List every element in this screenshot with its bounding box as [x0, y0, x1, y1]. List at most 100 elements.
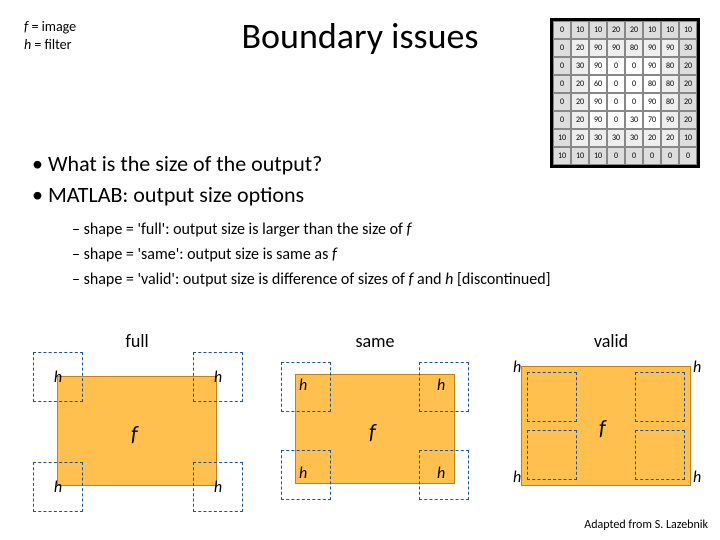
grid-cell: 10 [661, 21, 679, 39]
grid-cell: 10 [589, 147, 607, 165]
grid-cell: 20 [679, 75, 697, 93]
h-box-full-bl: h [33, 462, 83, 512]
grid-cell: 80 [661, 75, 679, 93]
grid-cell: 80 [661, 93, 679, 111]
grid-cell: 0 [607, 111, 625, 129]
grid-cell: 0 [607, 93, 625, 111]
grid-cell: 0 [625, 93, 643, 111]
grid-cell: 90 [643, 39, 661, 57]
grid-cell: 70 [643, 111, 661, 129]
h-label-valid-tl: h [513, 358, 521, 377]
h-label-valid-bl: h [513, 468, 521, 487]
bullet-2-text: MATLAB: output size options [48, 181, 304, 208]
h-label-valid-br: h [693, 468, 701, 487]
credit-text: Adapted from S. Lazebnik [584, 518, 708, 532]
panel-valid-canvas: f h h h h [501, 356, 720, 506]
grid-cell: 20 [679, 57, 697, 75]
grid-cell: 0 [625, 147, 643, 165]
grid-cell: 10 [679, 21, 697, 39]
panel-full-canvas: f h h h h [27, 356, 247, 506]
sub-3e: [discontinued] [453, 270, 550, 289]
sub-1b: f [407, 220, 412, 239]
grid-cell: 0 [643, 147, 661, 165]
grid-cell: 10 [571, 21, 589, 39]
grid-cell: 90 [643, 57, 661, 75]
sub-2a: shape = 'same': output size is same as [84, 245, 332, 264]
grid-cell: 0 [625, 75, 643, 93]
h-box-full-tl: h [33, 352, 83, 402]
grid-cell: 0 [553, 111, 571, 129]
grid-cell: 20 [571, 75, 589, 93]
grid-cell: 0 [553, 39, 571, 57]
grid-cell: 20 [571, 39, 589, 57]
grid-cell: 90 [589, 39, 607, 57]
h-box-valid-bl [527, 430, 577, 480]
sub-3c: and [413, 270, 445, 289]
grid-cell: 20 [679, 111, 697, 129]
panel-same-title: same [260, 330, 490, 352]
grid-cell: 90 [589, 111, 607, 129]
h-box-valid-br [635, 430, 685, 480]
sub-bullets: – shape = 'full': output size is larger … [72, 218, 551, 292]
panel-same-canvas: f h h h h [265, 356, 485, 506]
bullet-2: • MATLAB: output size options [32, 181, 322, 208]
sub-1a: shape = 'full': output size is larger th… [84, 220, 407, 239]
grid-cell: 20 [571, 111, 589, 129]
main-bullets: • What is the size of the output? • MATL… [32, 150, 322, 212]
grid-cell: 10 [643, 21, 661, 39]
sub-3a: shape = 'valid': output size is differen… [84, 270, 409, 289]
grid-cell: 90 [661, 39, 679, 57]
grid-cell: 20 [661, 129, 679, 147]
grid-cell: 60 [589, 75, 607, 93]
grid-cell: 10 [589, 21, 607, 39]
grid-cell: 0 [679, 147, 697, 165]
grid-cell: 0 [607, 147, 625, 165]
image-pixel-grid: 0101020201010100209090809090300309000908… [550, 18, 700, 168]
panel-valid-title: valid [496, 330, 720, 352]
grid-cell: 30 [625, 129, 643, 147]
grid-cell: 0 [553, 57, 571, 75]
grid-cell: 90 [643, 93, 661, 111]
grid-cell: 0 [553, 75, 571, 93]
grid-cell: 10 [553, 147, 571, 165]
h-label-valid-tr: h [693, 358, 701, 377]
grid-cell: 30 [607, 129, 625, 147]
grid-cell: 90 [589, 57, 607, 75]
grid-cell: 80 [625, 39, 643, 57]
panel-full: full f h h h h [22, 330, 252, 510]
grid-cell: 30 [625, 111, 643, 129]
h-label-same-br: h [437, 464, 445, 483]
grid-cell: 30 [571, 57, 589, 75]
sub-1: – shape = 'full': output size is larger … [72, 218, 551, 243]
sub-2b: f [332, 245, 337, 264]
diagram-row: full f h h h h same f h h h h valid f [0, 330, 720, 510]
grid-cell: 0 [625, 57, 643, 75]
grid-cell: 20 [625, 21, 643, 39]
bullet-1-text: What is the size of the output? [48, 150, 322, 177]
grid-cell: 10 [679, 129, 697, 147]
sub-3: – shape = 'valid': output size is differ… [72, 268, 551, 293]
h-box-full-br: h [193, 462, 243, 512]
panel-same: same f h h h h [260, 330, 490, 510]
h-label-same-tl: h [299, 376, 307, 395]
grid-cell: 20 [571, 129, 589, 147]
grid-cell: 30 [589, 129, 607, 147]
h-box-valid-tr [635, 372, 685, 422]
h-box-valid-tl [527, 372, 577, 422]
f-label-full: f [131, 420, 138, 447]
grid-cell: 0 [607, 57, 625, 75]
f-label-same: f [369, 418, 376, 445]
f-label-valid: f [599, 414, 606, 441]
grid-cell: 80 [643, 75, 661, 93]
grid-cell: 0 [661, 147, 679, 165]
h-label-same-bl: h [299, 464, 307, 483]
grid-cell: 10 [571, 147, 589, 165]
grid-cell: 90 [661, 111, 679, 129]
bullet-1: • What is the size of the output? [32, 150, 322, 177]
grid-cell: 80 [661, 57, 679, 75]
grid-cell: 20 [643, 129, 661, 147]
grid-cell: 0 [553, 21, 571, 39]
grid-cell: 90 [589, 93, 607, 111]
grid-cell: 10 [553, 129, 571, 147]
grid-cell: 30 [679, 39, 697, 57]
